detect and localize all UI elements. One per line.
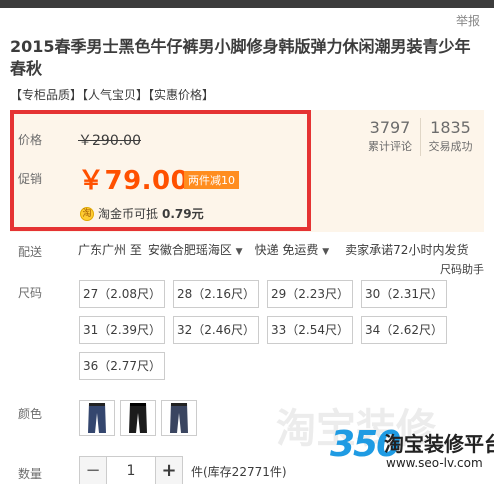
size-option[interactable]: 33（2.54尺） — [267, 316, 353, 344]
jeans-black-icon — [129, 403, 147, 433]
report-link[interactable]: 举报 — [456, 12, 480, 29]
logo-name: 淘宝装修平台 — [384, 432, 494, 456]
size-helper-link[interactable]: 尺码助手 — [440, 261, 484, 277]
size-options: 27（2.08尺） 28（2.16尺） 29（2.23尺） 30（2.31尺） … — [79, 280, 489, 380]
stock-count: 件(库存22771件) — [191, 464, 287, 479]
size-option[interactable]: 28（2.16尺） — [173, 280, 259, 308]
highlight-frame — [10, 110, 311, 231]
color-swatch[interactable] — [161, 400, 197, 436]
quantity-minus-button[interactable]: − — [79, 456, 107, 484]
product-title: 2015春季男士黑色牛仔裤男小脚修身韩版弹力休闲潮男装青少年春秋 — [10, 37, 471, 78]
delivery-from: 广东广州 至 — [78, 243, 142, 257]
stat-sales-label: 交易成功 — [428, 140, 473, 153]
size-option[interactable]: 30（2.31尺） — [361, 280, 447, 308]
sales-stats: 3797 累计评论 1835 交易成功 — [360, 118, 480, 156]
stat-sales[interactable]: 1835 交易成功 — [420, 118, 480, 156]
delivery-destination: 安徽合肥瑶海区 — [147, 243, 232, 257]
color-swatch[interactable] — [79, 400, 115, 436]
caret-down-icon: ▼ — [235, 247, 243, 257]
stat-reviews-value: 3797 — [369, 118, 411, 137]
stat-reviews[interactable]: 3797 累计评论 — [360, 118, 420, 156]
stat-reviews-label: 累计评论 — [368, 140, 412, 153]
size-label: 尺码 — [18, 286, 43, 300]
quantity-stepper: − 1 + 件(库存22771件) — [79, 456, 287, 484]
jeans-blue-icon — [88, 403, 106, 433]
delivery-row: 广东广州 至 安徽合肥瑶海区 ▼ 快递 免运费 ▼ 卖家承诺72小时内发货 — [78, 241, 468, 258]
brand-logo: 350 淘宝装修平台 www.seo-lv.com — [330, 424, 494, 482]
jeans-darkblue-icon — [170, 403, 188, 433]
size-option[interactable]: 34（2.62尺） — [361, 316, 447, 344]
size-option[interactable]: 32（2.46尺） — [173, 316, 259, 344]
stat-sales-value: 1835 — [430, 118, 471, 137]
delivery-label: 配送 — [18, 245, 43, 259]
shipping-method: 快递 免运费 — [254, 243, 319, 257]
shipping-select[interactable]: 快递 免运费 ▼ — [255, 241, 330, 258]
top-bar — [0, 0, 494, 8]
color-swatches — [79, 400, 197, 436]
size-option[interactable]: 36（2.77尺） — [79, 352, 165, 380]
size-option[interactable]: 29（2.23尺） — [267, 280, 353, 308]
caret-down-icon: ▼ — [322, 247, 330, 257]
product-tags: 【专柜品质】【人气宝贝】【实惠价格】 — [10, 88, 215, 102]
logo-url: www.seo-lv.com — [386, 456, 483, 470]
quantity-plus-button[interactable]: + — [155, 456, 183, 484]
shipping-promise: 卖家承诺72小时内发货 — [345, 243, 469, 257]
color-swatch[interactable] — [120, 400, 156, 436]
size-option[interactable]: 31（2.39尺） — [79, 316, 165, 344]
size-option[interactable]: 27（2.08尺） — [79, 280, 165, 308]
quantity-input[interactable]: 1 — [107, 456, 155, 484]
delivery-destination-select[interactable]: 安徽合肥瑶海区 ▼ — [148, 241, 243, 258]
color-label: 颜色 — [18, 407, 43, 421]
quantity-label: 数量 — [18, 467, 43, 481]
